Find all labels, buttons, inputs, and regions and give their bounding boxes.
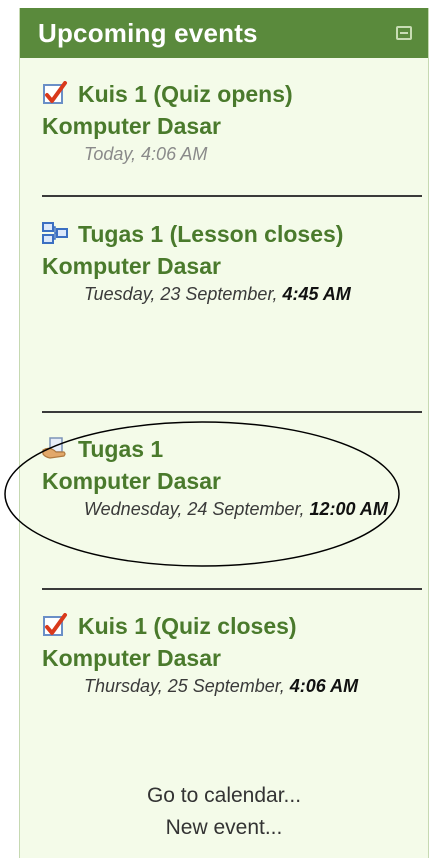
event-date: Today, 4:06 AM (84, 144, 208, 164)
quiz-checkmark-icon (42, 81, 68, 105)
event-date-day: Wednesday, 24 September, (84, 499, 310, 519)
event-date-day: Thursday, 25 September, (84, 676, 290, 696)
block-title: Upcoming events (38, 18, 258, 48)
course-link[interactable]: Komputer Dasar (42, 465, 412, 497)
quiz-checkmark-icon (42, 613, 68, 637)
event-name: Tugas 1 (Lesson closes) (78, 221, 344, 247)
event-name: Kuis 1 (Quiz opens) (78, 81, 293, 107)
event-link[interactable]: Tugas 1 (Lesson closes) (42, 218, 412, 250)
event-link[interactable]: Tugas 1 (42, 433, 412, 465)
new-event-link[interactable]: New event... (20, 812, 428, 844)
assignment-icon (42, 436, 68, 460)
event-date: Thursday, 25 September, 4:06 AM (42, 674, 412, 699)
course-link[interactable]: Komputer Dasar (42, 642, 412, 674)
event-item: Tugas 1 Komputer Dasar Wednesday, 24 Sep… (42, 433, 412, 522)
block-footer: Go to calendar... New event... (20, 780, 428, 844)
event-date-time: 12:00 AM (309, 499, 388, 519)
event-link[interactable]: Kuis 1 (Quiz closes) (42, 610, 412, 642)
divider (42, 195, 422, 197)
event-item: Kuis 1 (Quiz opens) Komputer Dasar Today… (42, 78, 412, 167)
course-link[interactable]: Komputer Dasar (42, 110, 412, 142)
event-date-day: Tuesday, 23 September, (84, 284, 283, 304)
go-to-calendar-link[interactable]: Go to calendar... (20, 780, 428, 812)
minus-box-icon[interactable] (396, 26, 412, 40)
block-header: Upcoming events (20, 8, 428, 58)
event-date: Tuesday, 23 September, 4:45 AM (42, 282, 412, 307)
course-link[interactable]: Komputer Dasar (42, 250, 412, 282)
event-date-time: 4:45 AM (282, 284, 351, 304)
event-item: Kuis 1 (Quiz closes) Komputer Dasar Thur… (42, 610, 412, 699)
event-date-time: 4:06 AM (289, 676, 359, 696)
event-name: Tugas 1 (78, 436, 164, 462)
upcoming-events-block: Upcoming events Kuis 1 (Quiz opens) Komp… (19, 8, 429, 858)
lesson-icon (42, 221, 68, 245)
event-date: Wednesday, 24 September, 12:00 AM (42, 497, 412, 522)
divider (42, 411, 422, 413)
divider (42, 588, 422, 590)
event-item: Tugas 1 (Lesson closes) Komputer Dasar T… (42, 218, 412, 307)
event-link[interactable]: Kuis 1 (Quiz opens) (42, 78, 412, 110)
event-name: Kuis 1 (Quiz closes) (78, 613, 297, 639)
